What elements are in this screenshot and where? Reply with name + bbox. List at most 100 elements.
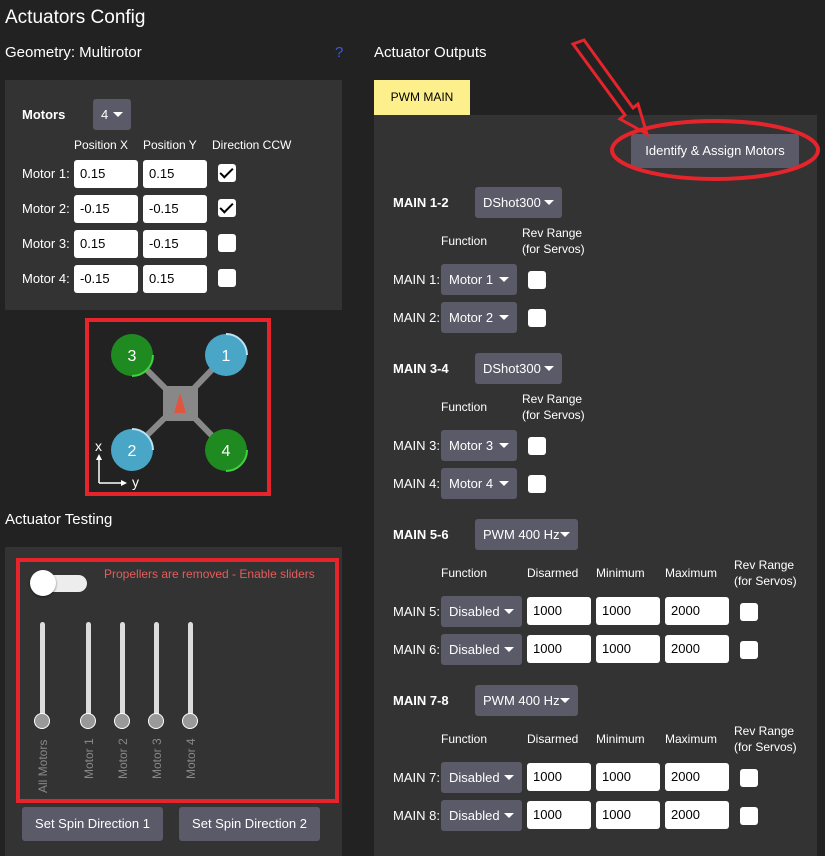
- motor-position-y-field[interactable]: -0.15: [143, 195, 207, 223]
- enable-sliders-toggle[interactable]: [30, 570, 87, 596]
- function-select[interactable]: Disabled: [441, 762, 522, 793]
- function-select[interactable]: Motor 4: [441, 468, 517, 499]
- disarmed-field[interactable]: 1000: [527, 763, 591, 791]
- minimum-field[interactable]: 1000: [596, 635, 660, 663]
- motor-position-y-field[interactable]: 0.15: [143, 265, 207, 293]
- function-select[interactable]: Motor 2: [441, 302, 517, 333]
- col-position-y: Position Y: [143, 138, 197, 152]
- channel-label: MAIN 8:: [393, 808, 440, 823]
- chevron-down-icon: [499, 481, 509, 486]
- function-select[interactable]: Motor 3: [441, 430, 517, 461]
- disarmed-field[interactable]: 1000: [527, 635, 591, 663]
- slider-knob[interactable]: [182, 713, 198, 729]
- col-maximum: Maximum: [665, 732, 718, 746]
- direction-ccw-checkbox[interactable]: [218, 269, 236, 287]
- direction-ccw-checkbox[interactable]: [218, 164, 236, 182]
- channel-label: MAIN 1:: [393, 272, 440, 287]
- rev-range-checkbox[interactable]: [528, 309, 546, 327]
- motor-position-y-field[interactable]: 0.15: [143, 160, 207, 188]
- maximum-field[interactable]: 2000: [665, 763, 729, 791]
- direction-ccw-checkbox[interactable]: [218, 234, 236, 252]
- minimum-field[interactable]: 1000: [596, 597, 660, 625]
- rev-range-checkbox[interactable]: [528, 437, 546, 455]
- motor-position-x-field[interactable]: -0.15: [74, 195, 138, 223]
- col-rev-range: Rev Range: [734, 724, 795, 738]
- slider-knob[interactable]: [148, 713, 164, 729]
- col-rev-range: Rev Range: [522, 226, 583, 240]
- slider-track[interactable]: [86, 622, 91, 722]
- set-spin-direction-2-button[interactable]: Set Spin Direction 2: [179, 807, 320, 841]
- col-direction-ccw: Direction CCW: [212, 138, 292, 152]
- set-spin-direction-1-button[interactable]: Set Spin Direction 1: [22, 807, 163, 841]
- geometry-title: Geometry: Multirotor: [5, 44, 142, 61]
- protocol-select[interactable]: PWM 400 Hz: [475, 519, 578, 550]
- motor-position-x-field[interactable]: 0.15: [74, 160, 138, 188]
- function-select[interactable]: Disabled: [441, 634, 522, 665]
- motor-position-y-field[interactable]: -0.15: [143, 230, 207, 258]
- channel-label: MAIN 6:: [393, 642, 440, 657]
- slider-knob[interactable]: [34, 713, 50, 729]
- slider-label: Motor 4: [184, 738, 198, 779]
- protocol-select[interactable]: PWM 400 Hz: [475, 685, 578, 716]
- slider-label: Motor 3: [150, 738, 164, 779]
- channel-label: MAIN 3:: [393, 438, 440, 453]
- rev-range-checkbox[interactable]: [740, 603, 758, 621]
- rev-range-checkbox[interactable]: [528, 271, 546, 289]
- rev-range-checkbox[interactable]: [528, 475, 546, 493]
- slider-track[interactable]: [40, 622, 45, 722]
- disarmed-field[interactable]: 1000: [527, 597, 591, 625]
- chevron-down-icon: [504, 813, 514, 818]
- rev-range-checkbox[interactable]: [740, 641, 758, 659]
- protocol-select[interactable]: DShot300: [475, 353, 562, 384]
- motor-position-x-field[interactable]: 0.15: [74, 230, 138, 258]
- col-function: Function: [441, 400, 488, 414]
- channel-label: MAIN 2:: [393, 310, 440, 325]
- chevron-down-icon: [544, 200, 554, 205]
- chevron-down-icon: [499, 443, 509, 448]
- chevron-down-icon: [499, 315, 509, 320]
- chevron-down-icon: [544, 366, 554, 371]
- rotor-4: 4: [205, 429, 248, 472]
- maximum-field[interactable]: 2000: [665, 597, 729, 625]
- channel-label: MAIN 4:: [393, 476, 440, 491]
- minimum-field[interactable]: 1000: [596, 763, 660, 791]
- motor-position-x-field[interactable]: -0.15: [74, 265, 138, 293]
- col-function: Function: [441, 566, 488, 580]
- maximum-field[interactable]: 2000: [665, 635, 729, 663]
- slider-knob[interactable]: [114, 713, 130, 729]
- minimum-field[interactable]: 1000: [596, 801, 660, 829]
- slider-track[interactable]: [188, 622, 193, 722]
- annotation-overlay: [570, 38, 820, 181]
- help-link[interactable]: ?: [335, 44, 343, 61]
- direction-ccw-checkbox[interactable]: [218, 199, 236, 217]
- function-value: Disabled: [449, 642, 500, 657]
- col-disarmed: Disarmed: [527, 732, 579, 746]
- rev-range-checkbox[interactable]: [740, 807, 758, 825]
- col-function: Function: [441, 732, 488, 746]
- disarmed-field[interactable]: 1000: [527, 801, 591, 829]
- function-select[interactable]: Disabled: [441, 800, 522, 831]
- function-select[interactable]: Motor 1: [441, 264, 517, 295]
- motors-count-select[interactable]: 4: [93, 99, 131, 130]
- tab-pwm-main[interactable]: PWM MAIN: [374, 80, 470, 115]
- function-value: Motor 2: [449, 310, 494, 325]
- col-position-x: Position X: [74, 138, 129, 152]
- warning-text: Propellers are removed - Enable sliders: [104, 567, 315, 581]
- col-rev-range-sub: (for Servos): [522, 408, 585, 422]
- slider-track[interactable]: [154, 622, 159, 722]
- slider-track[interactable]: [120, 622, 125, 722]
- rotor-label: 1: [222, 348, 231, 365]
- protocol-select[interactable]: DShot300: [475, 187, 562, 218]
- col-maximum: Maximum: [665, 566, 718, 580]
- slider-knob[interactable]: [80, 713, 96, 729]
- motors-label: Motors: [22, 107, 66, 122]
- testing-highlight: [16, 558, 339, 803]
- testing-title: Actuator Testing: [5, 511, 113, 528]
- rev-range-checkbox[interactable]: [740, 769, 758, 787]
- function-select[interactable]: Disabled: [441, 596, 522, 627]
- highlight-ellipse: [610, 119, 820, 181]
- col-function: Function: [441, 234, 488, 248]
- maximum-field[interactable]: 2000: [665, 801, 729, 829]
- slider-label: Motor 2: [116, 738, 130, 779]
- chevron-down-icon: [560, 532, 570, 537]
